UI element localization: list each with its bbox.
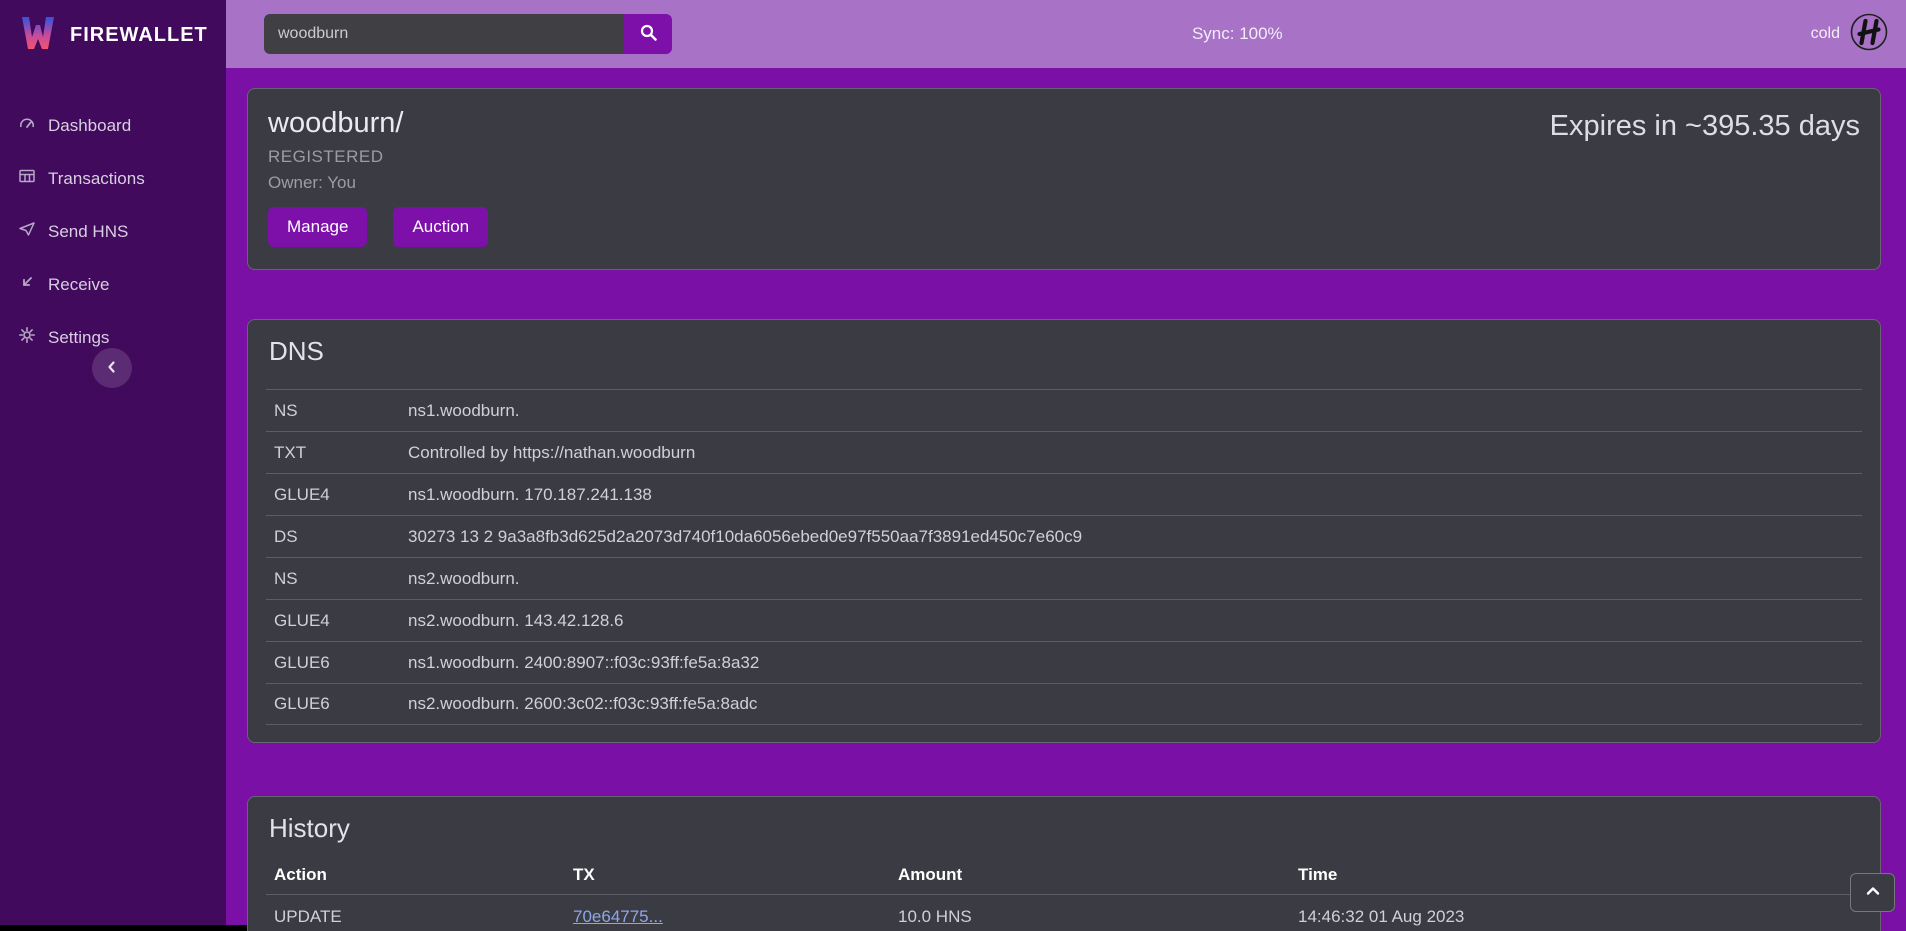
search-button[interactable] (624, 14, 672, 54)
dns-record-type: GLUE6 (274, 653, 408, 673)
domain-expiry: Expires in ~395.35 days (1550, 107, 1860, 247)
sidebar-item-label: Send HNS (48, 222, 128, 242)
dns-record-value: ns2.woodburn. 2600:3c02::f03c:93ff:fe5a:… (408, 694, 757, 714)
dns-record-row: GLUE4 ns1.woodburn. 170.187.241.138 (266, 473, 1862, 515)
dns-record-type: GLUE4 (274, 611, 408, 631)
topbar: Sync: 100% cold (226, 0, 1906, 68)
dns-record-value: ns2.woodburn. (408, 569, 520, 589)
history-header-amount: Amount (898, 865, 1298, 885)
auction-button[interactable]: Auction (393, 207, 488, 247)
dns-record-value: ns1.woodburn. 2400:8907::f03c:93ff:fe5a:… (408, 653, 759, 673)
dns-record-type: GLUE4 (274, 485, 408, 505)
manage-button[interactable]: Manage (268, 207, 367, 247)
domain-card-left: woodburn/ REGISTERED Owner: You Manage A… (268, 107, 488, 247)
wallet-indicator[interactable]: cold (1811, 13, 1888, 56)
wallet-name-label: cold (1811, 25, 1840, 43)
send-plane-icon (18, 220, 36, 243)
scroll-to-top-button[interactable] (1850, 873, 1895, 912)
dns-record-type: GLUE6 (274, 694, 408, 714)
dns-record-row: NS ns1.woodburn. (266, 389, 1862, 431)
dns-record-type: TXT (274, 443, 408, 463)
dns-record-row: GLUE6 ns2.woodburn. 2600:3c02::f03c:93ff… (266, 683, 1862, 725)
sidebar: FIREWALLET Dashboard Transactions (0, 0, 226, 931)
tx-link[interactable]: 70e64775... (573, 907, 663, 926)
search-icon (639, 23, 658, 45)
chevron-left-icon (103, 358, 121, 379)
dns-record-value: ns2.woodburn. 143.42.128.6 (408, 611, 624, 631)
sync-status: Sync: 100% (1192, 24, 1283, 44)
dns-record-row: TXT Controlled by https://nathan.woodbur… (266, 431, 1862, 473)
dns-record-value: ns1.woodburn. (408, 401, 520, 421)
firewallet-w-logo-icon (18, 13, 58, 58)
domain-title: woodburn/ (268, 107, 488, 140)
history-title: History (266, 813, 1862, 844)
sidebar-item-label: Receive (48, 275, 109, 295)
domain-status: REGISTERED (268, 147, 488, 167)
content: woodburn/ REGISTERED Owner: You Manage A… (226, 68, 1906, 931)
receive-arrow-icon (18, 273, 36, 296)
sidebar-item-label: Transactions (48, 169, 145, 189)
dashboard-gauge-icon (18, 114, 36, 137)
history-time: 14:46:32 01 Aug 2023 (1298, 907, 1854, 927)
dns-record-value: Controlled by https://nathan.woodburn (408, 443, 695, 463)
brand[interactable]: FIREWALLET (0, 0, 226, 71)
history-table: Action TX Amount Time UPDATE 70e64775...… (266, 856, 1862, 931)
dns-record-value: ns1.woodburn. 170.187.241.138 (408, 485, 652, 505)
sidebar-item-label: Dashboard (48, 116, 131, 136)
search-group (264, 14, 672, 54)
dns-record-row: DS 30273 13 2 9a3a8fb3d625d2a2073d740f10… (266, 515, 1862, 557)
chevron-up-icon (1864, 884, 1882, 901)
dns-record-type: NS (274, 569, 408, 589)
transactions-table-icon (18, 167, 36, 190)
brand-name: FIREWALLET (70, 24, 208, 47)
sidebar-item-send-hns[interactable]: Send HNS (0, 205, 226, 258)
sidebar-collapse-button[interactable] (92, 348, 132, 388)
sidebar-item-dashboard[interactable]: Dashboard (0, 99, 226, 152)
search-input[interactable] (264, 14, 624, 54)
dns-title: DNS (266, 336, 1862, 367)
dns-record-value: 30273 13 2 9a3a8fb3d625d2a2073d740f10da6… (408, 527, 1082, 547)
sidebar-item-label: Settings (48, 328, 109, 348)
dns-card: DNS NS ns1.woodburn. TXT Controlled by h… (247, 319, 1881, 743)
dns-record-row: GLUE4 ns2.woodburn. 143.42.128.6 (266, 599, 1862, 641)
dns-record-type: DS (274, 527, 408, 547)
domain-card: woodburn/ REGISTERED Owner: You Manage A… (247, 88, 1881, 270)
domain-actions: Manage Auction (268, 207, 488, 247)
history-header-action: Action (274, 865, 573, 885)
main-area: Sync: 100% cold woodburn/ REGIS (226, 0, 1906, 931)
dns-table: NS ns1.woodburn. TXT Controlled by https… (266, 389, 1862, 725)
history-header-time: Time (1298, 865, 1854, 885)
dns-record-type: NS (274, 401, 408, 421)
sidebar-item-transactions[interactable]: Transactions (0, 152, 226, 205)
sidebar-nav: Dashboard Transactions Send HNS (0, 99, 226, 364)
settings-gear-icon (18, 326, 36, 349)
history-row: UPDATE 70e64775... 10.0 HNS 14:46:32 01 … (266, 894, 1862, 931)
dns-record-row: NS ns2.woodburn. (266, 557, 1862, 599)
history-header-row: Action TX Amount Time (266, 856, 1862, 894)
history-amount: 10.0 HNS (898, 907, 1298, 927)
sidebar-bottom-strip (0, 925, 247, 931)
history-action: UPDATE (274, 907, 573, 927)
sidebar-item-receive[interactable]: Receive (0, 258, 226, 311)
history-card: History Action TX Amount Time UPDATE 70e… (247, 796, 1881, 931)
dns-record-row: GLUE6 ns1.woodburn. 2400:8907::f03c:93ff… (266, 641, 1862, 683)
domain-owner: Owner: You (268, 173, 488, 193)
handshake-logo-icon (1850, 13, 1888, 56)
history-header-tx: TX (573, 865, 898, 885)
